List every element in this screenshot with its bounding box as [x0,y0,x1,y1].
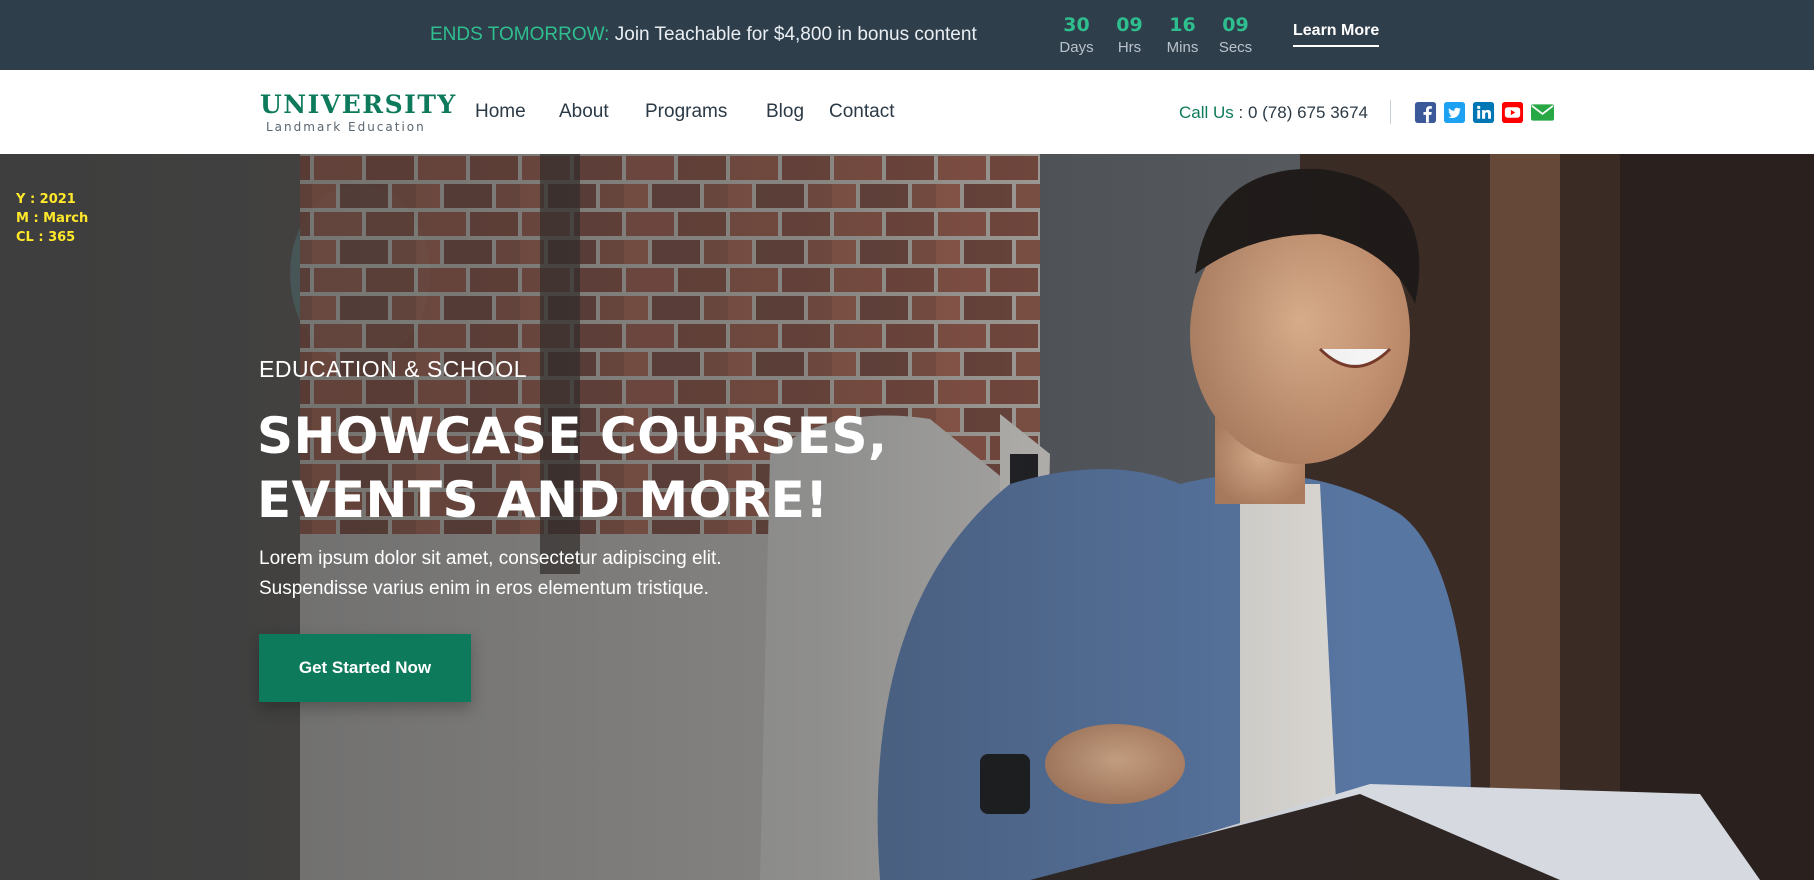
announcement-message: ENDS TOMORROW: Join Teachable for $4,800… [430,24,977,46]
countdown-value: 09 [1222,14,1249,36]
announcement-text: Join Teachable for $4,800 in bonus conte… [609,24,977,45]
announcement-highlight: ENDS TOMORROW: [430,24,610,45]
countdown-value: 16 [1169,14,1196,36]
hero-lead-line: Suspendisse varius enim in eros elementu… [259,578,709,599]
countdown-timer: 30 Days 09 Hrs 16 Mins 09 Secs [1050,14,1262,56]
countdown-minutes: 16 Mins [1156,14,1209,56]
header-divider [1390,100,1391,124]
nav-item-about[interactable]: About [559,101,609,123]
phone-contact[interactable]: Call Us : 0 (78) 675 3674 [1179,103,1368,123]
linkedin-icon[interactable] [1472,101,1495,124]
countdown-label: Days [1059,39,1094,56]
announcement-bar: ENDS TOMORROW: Join Teachable for $4,800… [0,0,1814,70]
countdown-seconds: 09 Secs [1209,14,1262,56]
social-links [1414,101,1555,124]
countdown-label: Hrs [1117,39,1142,56]
hero-eyebrow: EDUCATION & SCHOOL [259,356,527,382]
nav-item-home[interactable]: Home [475,101,526,123]
hero-lead: Lorem ipsum dolor sit amet, consectetur … [259,544,859,604]
logo-title: UNIVERSITY [260,90,457,119]
facebook-icon[interactable] [1414,101,1437,124]
nav-item-blog[interactable]: Blog [766,101,804,123]
hero-headline: SHOWCASE COURSES, EVENTS AND MORE! [257,404,897,532]
countdown-hours: 09 Hrs [1103,14,1156,56]
hero-lead-line: Lorem ipsum dolor sit amet, consectetur … [259,548,722,569]
call-label: Call Us [1179,103,1234,122]
call-separator: : [1233,103,1248,122]
stat-month: M : March [16,211,89,226]
learn-more-link[interactable]: Learn More [1293,22,1380,47]
countdown-days: 30 Days [1050,14,1103,56]
stat-year: Y : 2021 [16,192,76,207]
nav-item-programs[interactable]: Programs [645,101,727,123]
phone-number: 0 (78) 675 3674 [1247,103,1369,122]
nav-item-contact[interactable]: Contact [829,101,894,123]
hero-headline-line: EVENTS AND MORE! [257,471,829,529]
date-stats-overlay: Y : 2021 M : March CL : 365 [16,190,88,247]
countdown-value: 30 [1063,14,1090,36]
site-logo[interactable]: UNIVERSITY Landmark Education [260,90,457,135]
stat-cl: CL : 365 [16,230,76,245]
get-started-button[interactable]: Get Started Now [259,634,471,702]
countdown-label: Mins [1166,39,1199,56]
hero-section: Y : 2021 M : March CL : 365 EDUCATION & … [0,154,1814,880]
countdown-label: Secs [1218,39,1253,56]
twitter-icon[interactable] [1443,101,1466,124]
countdown-value: 09 [1116,14,1143,36]
site-header: UNIVERSITY Landmark Education Home About… [0,70,1814,154]
youtube-icon[interactable] [1501,101,1524,124]
hero-headline-line: SHOWCASE COURSES, [257,407,888,465]
envelope-icon[interactable] [1530,101,1555,124]
logo-subtitle: Landmark Education [266,120,426,134]
